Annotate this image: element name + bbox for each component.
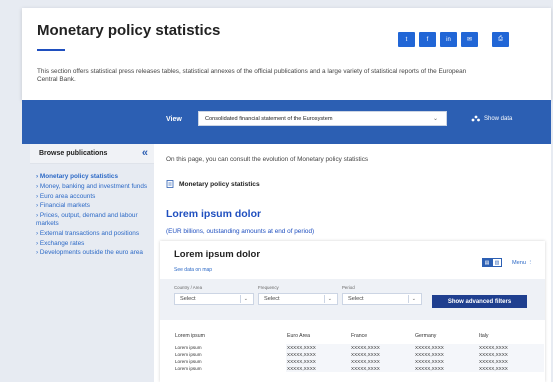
table-cell: XXXXX,XXXX [350,365,414,372]
view-toggle: ▤ ▥ [482,258,502,267]
table-row: Lorem ipsum XXXXX,XXXX XXXXX,XXXX XXXXX,… [174,358,544,365]
sidebar-title: Browse publications [39,150,108,157]
row-label: Lorem ipsum [174,358,286,365]
table-cell: XXXXX,XXXX [350,351,414,358]
row-label: Lorem ipsum [174,365,286,372]
twitter-icon[interactable]: t [398,32,415,47]
collapse-sidebar-icon[interactable]: « [142,147,148,159]
table-cell: XXXXX,XXXX [414,351,478,358]
period-select[interactable]: Select ⌄ [342,293,422,305]
view-select[interactable]: Consolidated financial statement of the … [198,111,447,126]
main-panel: On this page, you can consult the evolut… [154,144,551,382]
table-cell: XXXXX,XXXX [414,365,478,372]
table-cell: XXXXX,XXXX [414,344,478,351]
sidebar-item-euro-area-accounts[interactable]: › Euro area accounts [36,193,154,201]
show-data-button[interactable]: Show data [471,115,512,122]
see-data-on-map-link[interactable]: See data on map [174,267,212,273]
row-label: Lorem ipsum [174,344,286,351]
sidebar-item-financial-markets[interactable]: › Financial markets [36,202,154,210]
view-toolbar: View Consolidated financial statement of… [22,100,551,144]
chart-icon [471,115,480,122]
chart-view-icon[interactable]: ▥ [492,258,502,267]
table-view-icon[interactable]: ▤ [482,258,492,267]
section-title: Lorem ipsum dolor [166,208,262,220]
doc-link-label: Monetary policy statistics [179,180,260,188]
table-row: Lorem ipsum XXXXX,XXXX XXXXX,XXXX XXXXX,… [174,365,544,372]
sidebar-item-money-banking[interactable]: › Money, banking and investment funds [36,183,154,191]
chevron-down-icon: ⌄ [432,116,438,122]
table-cell: XXXXX,XXXX [286,365,350,372]
column-header: Italy [479,333,489,339]
table-row: Lorem ipsum XXXXX,XXXX XXXXX,XXXX XXXXX,… [174,351,544,358]
data-card: Lorem ipsum dolor See data on map ▤ ▥ Me… [160,241,545,382]
facebook-icon[interactable]: f [419,32,436,47]
table-cell: XXXXX,XXXX [478,358,544,365]
sidebar-item-exchange-rates[interactable]: › Exchange rates [36,240,154,248]
filter-area: Country / Area Select ⌄ Frequency Select… [160,279,545,320]
filter-frequency: Frequency Select ⌄ [258,285,338,305]
main-intro-text: On this page, you can consult the evolut… [166,156,369,163]
column-header: Germany [415,333,437,339]
filter-label: Frequency [258,285,279,290]
share-bar: t f in ✉ ⎙ [398,32,509,47]
row-label: Lorem ipsum [174,351,286,358]
table-cell: XXXXX,XXXX [478,344,544,351]
header-card: Monetary policy statistics t f in ✉ ⎙ Th… [22,8,551,100]
document-icon [166,180,174,188]
table-cell: XXXXX,XXXX [350,344,414,351]
linkedin-icon[interactable]: in [440,32,457,47]
table-cell: XXXXX,XXXX [478,365,544,372]
column-header: Lorem ipsum [175,333,205,339]
chevron-down-icon: ⌄ [327,296,332,302]
print-icon[interactable]: ⎙ [492,32,509,47]
table-cell: XXXXX,XXXX [414,358,478,365]
frequency-select[interactable]: Select ⌄ [258,293,338,305]
sidebar-nav: › Monetary policy statistics › Money, ba… [36,173,154,259]
column-header: France [351,333,368,339]
doc-link[interactable]: Monetary policy statistics [166,180,260,188]
sidebar-item-monetary-policy-statistics[interactable]: › Monetary policy statistics [36,173,154,181]
table-cell: XXXXX,XXXX [286,358,350,365]
intro-text: This section offers statistical press re… [37,68,467,83]
view-select-value: Consolidated financial statement of the … [205,116,333,122]
table-cell: XXXXX,XXXX [350,358,414,365]
filter-period: Period Select ⌄ [342,285,422,305]
sidebar-item-developments-outside[interactable]: › Developments outside the euro area [36,249,154,257]
table-cell: XXXXX,XXXX [286,344,350,351]
show-advanced-filters-button[interactable]: Show advanced filters [432,295,527,308]
chevron-down-icon: ⌄ [411,296,416,302]
card-menu-button[interactable]: Menu ⋮ [512,260,533,266]
email-icon[interactable]: ✉ [461,32,478,47]
table-cell: XXXXX,XXXX [478,351,544,358]
view-label: View [166,116,182,123]
column-header: Euro Area [287,333,311,339]
page-title: Monetary policy statistics [37,22,221,39]
table-header-row: Lorem ipsum Euro Area France Germany Ita… [174,328,544,344]
sidebar-header: Browse publications « [30,144,154,164]
card-title: Lorem ipsum dolor [174,249,261,260]
sidebar-item-prices-output[interactable]: › Prices, output, demand and labour mark… [36,212,154,228]
filter-label: Country / Area [174,285,203,290]
country-select[interactable]: Select ⌄ [174,293,254,305]
table-row: Lorem ipsum XXXXX,XXXX XXXXX,XXXX XXXXX,… [174,344,544,351]
sidebar-item-external-transactions[interactable]: › External transactions and positions [36,230,154,238]
data-table: Lorem ipsum Euro Area France Germany Ita… [174,328,544,372]
section-subtitle: (EUR billions, outstanding amounts at en… [166,228,315,235]
chevron-down-icon: ⌄ [243,296,248,302]
title-underline [37,49,65,51]
show-data-label: Show data [484,115,513,122]
filter-country: Country / Area Select ⌄ [174,285,254,305]
table-cell: XXXXX,XXXX [286,351,350,358]
filter-label: Period [342,285,355,290]
